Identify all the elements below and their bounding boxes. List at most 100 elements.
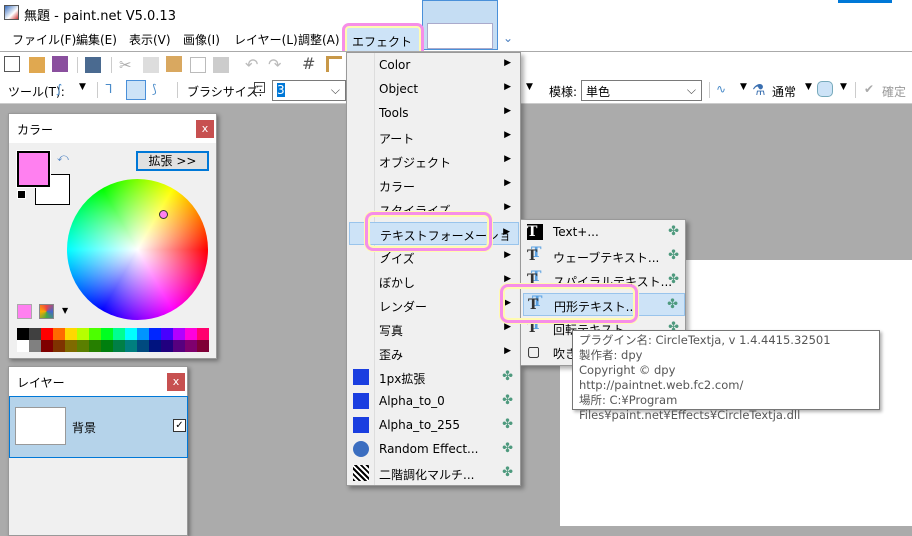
ruler-icon[interactable]	[326, 56, 342, 72]
close-icon[interactable]: x	[167, 373, 185, 391]
effects-menu-item[interactable]: 二階調化マルチ... ✤	[349, 462, 519, 485]
menu-image[interactable]: 画像(I)	[183, 31, 220, 48]
grid-icon[interactable]: #	[302, 54, 318, 73]
palette-swatch[interactable]	[185, 328, 197, 340]
blend-dropdown[interactable]: ▼	[805, 82, 812, 92]
effects-menu-item[interactable]: レンダー ▶	[349, 294, 519, 317]
palette-swatch[interactable]	[137, 340, 149, 352]
image-tab[interactable]	[422, 0, 498, 50]
chevron-down-icon[interactable]: ⌄	[503, 31, 513, 45]
effects-menu-item[interactable]: カラー ▶	[349, 174, 519, 197]
effects-menu-item[interactable]: 歪み ▶	[349, 342, 519, 365]
submenu-item[interactable]: T Text+... ✤	[523, 221, 685, 244]
crop-icon[interactable]	[190, 57, 206, 73]
palette-swatch[interactable]	[125, 328, 137, 340]
tool-dropdown-arrow[interactable]: ▼	[79, 82, 86, 92]
blend-flask-icon[interactable]: ⚗	[752, 81, 768, 99]
menu-file[interactable]: ファイル(F)	[12, 31, 76, 48]
expand-button[interactable]: 拡張 >>	[136, 151, 209, 171]
antialias-dropdown[interactable]: ▼	[740, 82, 747, 92]
curve-mode-loop-icon[interactable]: ⟆	[152, 82, 168, 98]
palette-swatch[interactable]	[197, 340, 209, 352]
palette-swatch[interactable]	[53, 340, 65, 352]
palette-swatch[interactable]	[77, 340, 89, 352]
palette-swatch[interactable]	[65, 340, 77, 352]
antialias-icon[interactable]: ∿	[716, 82, 732, 98]
palette-swatch[interactable]	[89, 340, 101, 352]
palette-swatch[interactable]	[17, 328, 29, 340]
curve-mode-bezier-icon[interactable]	[126, 80, 146, 100]
palette-dropdown[interactable]: ▼	[62, 306, 68, 315]
palette-swatch[interactable]	[197, 328, 209, 340]
palette-swatch[interactable]	[173, 340, 185, 352]
print-icon[interactable]	[85, 57, 101, 73]
swap-colors-icon[interactable]: ⤺	[57, 151, 69, 165]
palette-swatch[interactable]	[113, 340, 125, 352]
save-icon[interactable]	[52, 56, 68, 72]
palette-swatch[interactable]	[89, 328, 101, 340]
curve-tool-icon[interactable]: ∫	[56, 82, 72, 98]
open-folder-icon[interactable]	[29, 57, 45, 73]
palette-swatch[interactable]	[41, 340, 53, 352]
palette-swatch[interactable]	[29, 340, 41, 352]
palette-swatch[interactable]	[17, 340, 29, 352]
dropdown-arrow[interactable]: ▼	[526, 82, 533, 92]
color-picker-handle[interactable]	[159, 210, 168, 219]
brush-size-value[interactable]: 3	[277, 83, 285, 97]
palette-swatch[interactable]	[65, 328, 77, 340]
effects-menu-item[interactable]: Color ▶	[349, 54, 519, 77]
palette-swatch[interactable]	[125, 340, 137, 352]
primary-color-swatch[interactable]	[16, 150, 51, 188]
palette-swatch[interactable]	[53, 328, 65, 340]
close-icon[interactable]: x	[196, 120, 214, 138]
palette-swatch[interactable]	[149, 340, 161, 352]
menu-layer[interactable]: レイヤー(L)	[234, 31, 298, 48]
submenu-item[interactable]: T ウェーブテキスト... ✤	[523, 245, 685, 268]
effects-menu-item[interactable]: 1px拡張 ✤	[349, 366, 519, 389]
menu-view[interactable]: 表示(V)	[129, 31, 171, 48]
palette-swatch[interactable]	[185, 340, 197, 352]
selection-clip-icon[interactable]	[817, 81, 833, 97]
window-control[interactable]	[838, 0, 892, 3]
deselect-icon[interactable]	[213, 57, 229, 73]
undo-icon[interactable]: ↶	[245, 55, 261, 74]
palette-icon[interactable]	[39, 304, 54, 319]
layer-row[interactable]: 背景 ✓	[9, 396, 188, 458]
palette-swatch[interactable]	[77, 328, 89, 340]
new-file-icon[interactable]	[4, 56, 20, 72]
menu-adjust[interactable]: 調整(A)	[298, 31, 340, 48]
palette-swatch[interactable]	[137, 328, 149, 340]
copy-icon[interactable]	[143, 57, 159, 73]
menu-edit[interactable]: 編集(E)	[76, 31, 117, 48]
paste-icon[interactable]	[166, 56, 182, 72]
confirm-button[interactable]: 確定	[882, 83, 906, 100]
palette-swatch[interactable]	[161, 328, 173, 340]
color-wheel[interactable]	[67, 179, 208, 320]
pattern-combo[interactable]: 単色 ⌵	[581, 80, 702, 101]
effects-menu-item[interactable]: オブジェクト ▶	[349, 150, 519, 173]
palette-swatch[interactable]	[101, 340, 113, 352]
palette-swatch[interactable]	[149, 328, 161, 340]
effects-menu-item[interactable]: Alpha_to_255 ✤	[349, 414, 519, 437]
effects-menu-item[interactable]: アート ▶	[349, 126, 519, 149]
palette-swatch[interactable]	[29, 328, 41, 340]
curve-mode-spline-icon[interactable]: ᒣ	[105, 82, 121, 98]
palette-swatch[interactable]	[161, 340, 173, 352]
cut-icon[interactable]: ✂	[119, 56, 135, 74]
layer-visibility-checkbox[interactable]: ✓	[173, 419, 186, 432]
blend-mode[interactable]: 通常	[772, 83, 796, 100]
palette-swatch[interactable]	[113, 328, 125, 340]
effects-menu-item[interactable]: Tools ▶	[349, 102, 519, 125]
brush-size-combo[interactable]: 3 ⌵	[272, 80, 346, 101]
clip-dropdown[interactable]: ▼	[840, 82, 847, 92]
palette-swatch[interactable]	[41, 328, 53, 340]
redo-icon[interactable]: ↷	[268, 55, 284, 74]
palette-swatch[interactable]	[101, 328, 113, 340]
add-to-palette-icon[interactable]	[17, 304, 32, 319]
effects-menu-item[interactable]: Object ▶	[349, 78, 519, 101]
palette-swatch[interactable]	[173, 328, 185, 340]
effects-menu-item[interactable]: 写真 ▶	[349, 318, 519, 341]
reset-colors-icon[interactable]	[17, 190, 26, 199]
decrease-size-button[interactable]: −	[254, 82, 265, 93]
effects-menu-item[interactable]: Random Effect... ✤	[349, 438, 519, 461]
